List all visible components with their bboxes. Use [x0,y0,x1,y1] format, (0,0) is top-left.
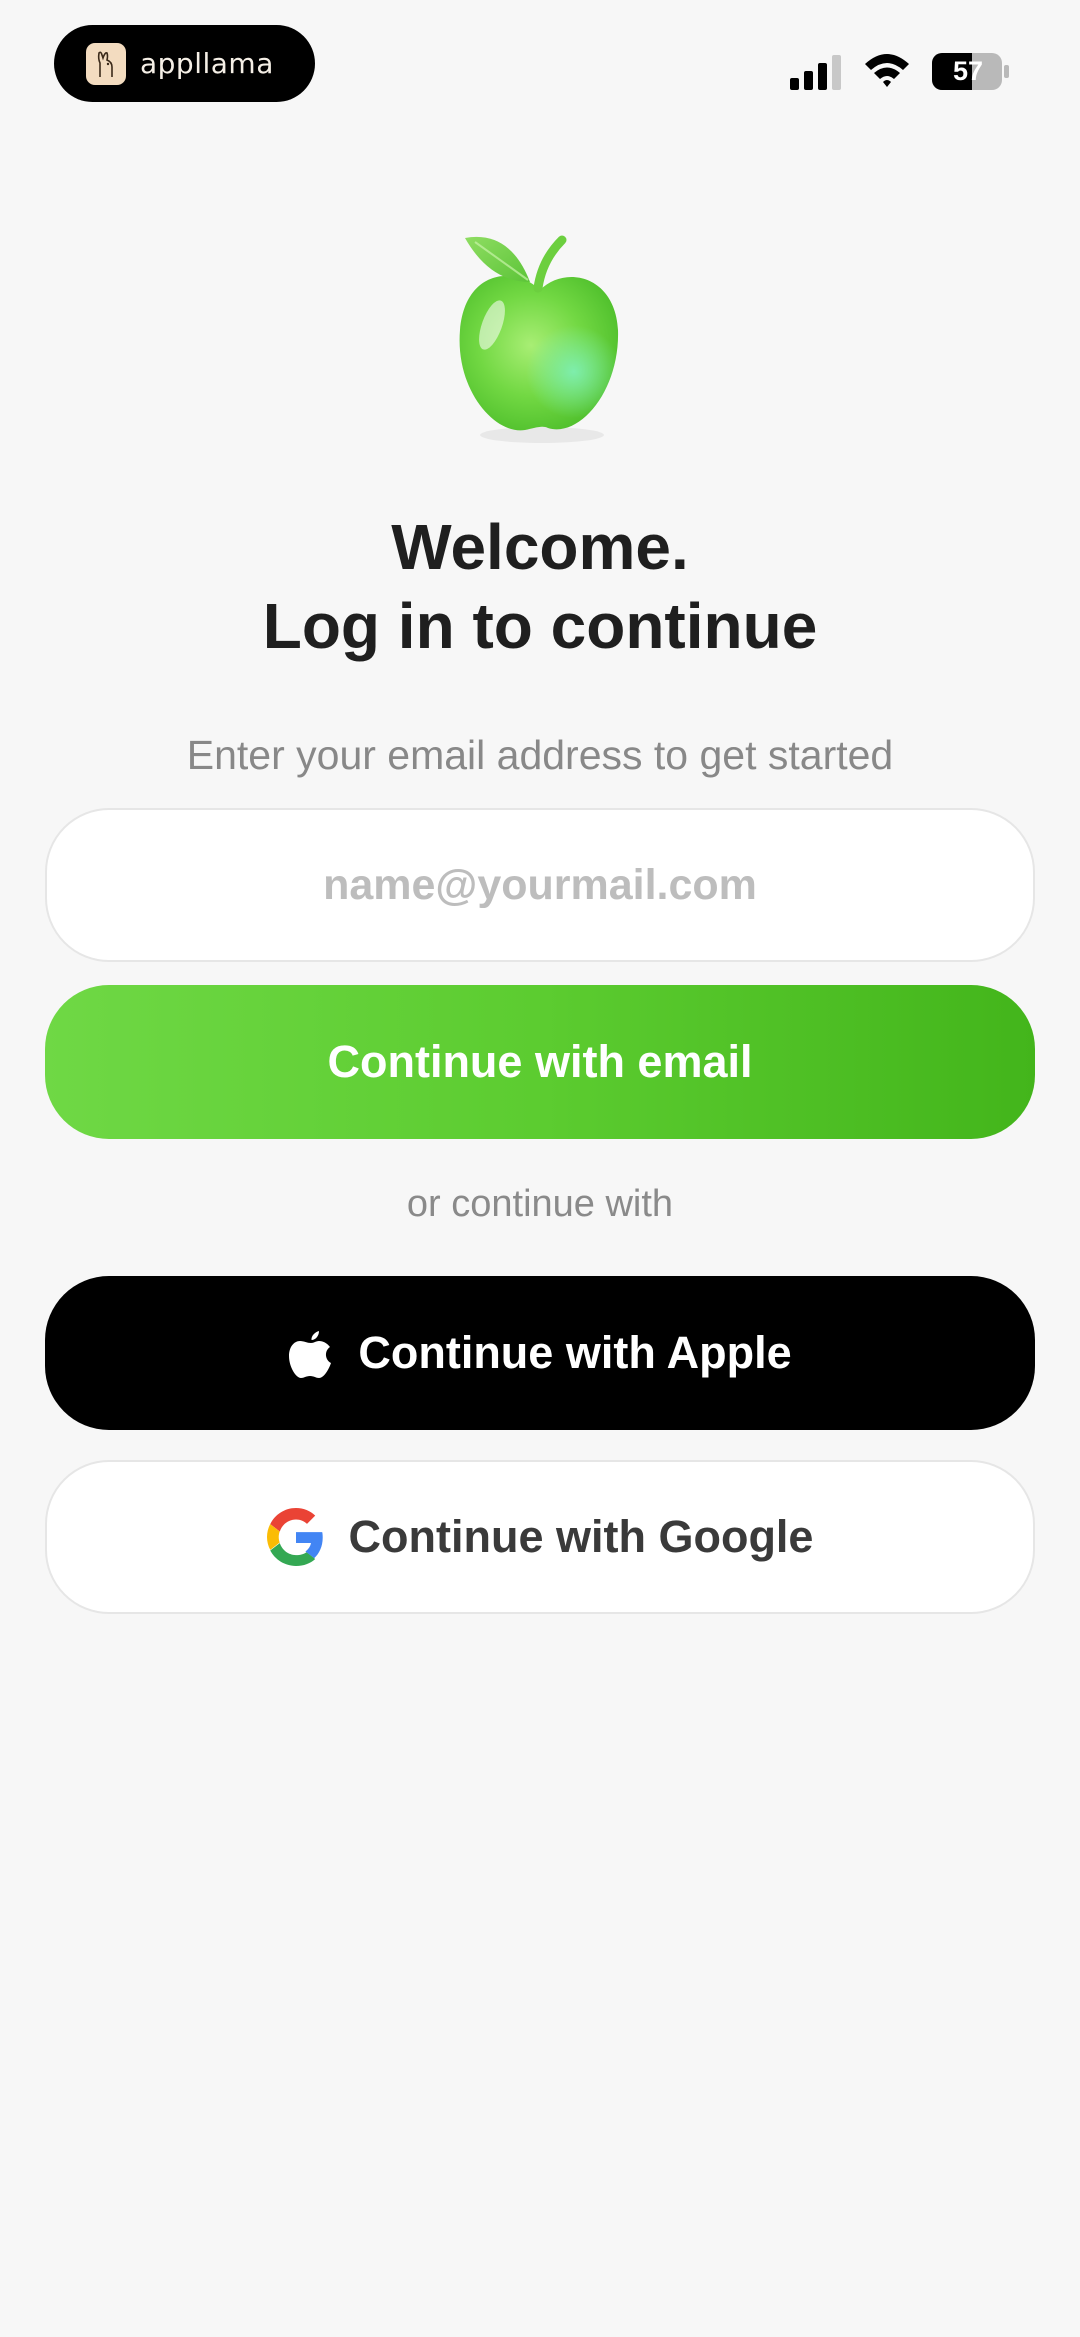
or-continue-with-text: or continue with [406,1183,674,1225]
status-bar: appllama 57 [0,0,1080,120]
welcome-title: Welcome. [391,511,689,583]
continue-with-google-label: Continue with Google [348,1511,814,1562]
apple-logo-icon [288,1327,334,1379]
email-prompt-text: Enter your email address to get started [186,732,894,778]
app-pill[interactable]: appllama [54,25,315,102]
app-name: appllama [140,47,274,80]
continue-with-email-label: Continue with email [327,1036,753,1087]
login-subtitle-title: Log in to continue [262,590,818,662]
green-apple-icon [459,235,619,443]
continue-with-apple-label: Continue with Apple [358,1327,792,1378]
email-input[interactable] [45,808,1035,962]
wifi-icon [865,54,909,87]
google-g-icon [266,1508,325,1566]
continue-with-apple-button[interactable]: Continue with Apple [45,1276,1035,1430]
continue-with-google-button[interactable]: Continue with Google [45,1460,1035,1614]
continue-with-email-button[interactable]: Continue with email [45,985,1035,1139]
battery-level: 57 [952,56,984,86]
cellular-signal-icon [790,55,841,90]
llama-icon [86,42,126,85]
